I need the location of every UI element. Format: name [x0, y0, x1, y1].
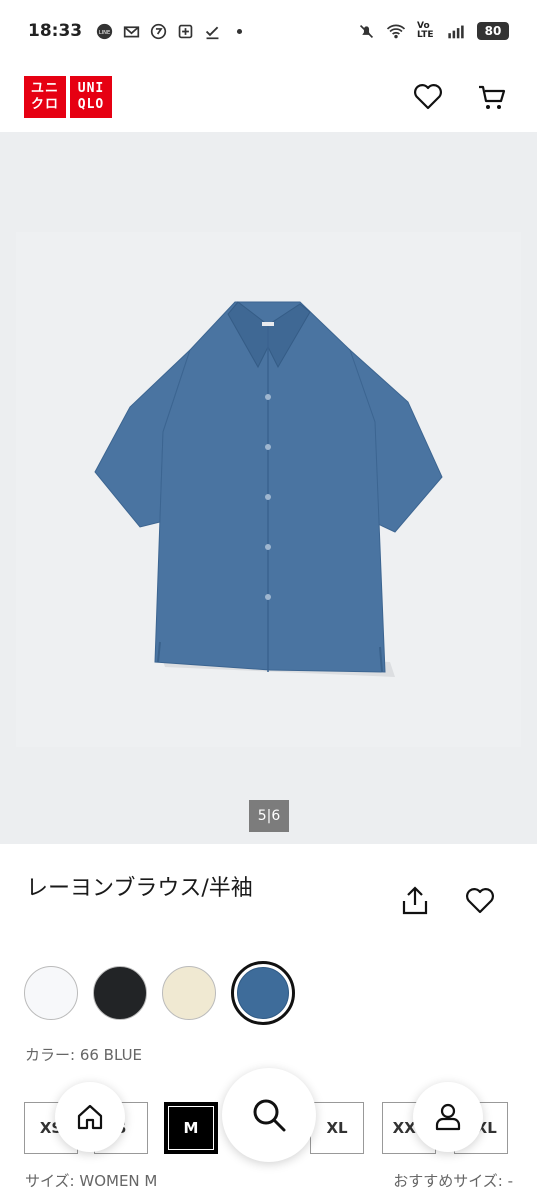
recommended-size: おすすめサイズ: - [393, 1172, 513, 1190]
signal-icon [448, 25, 464, 38]
wifi-icon [386, 24, 406, 38]
share-button[interactable] [398, 884, 432, 918]
notification-icon [178, 24, 193, 38]
heart-icon [466, 888, 494, 914]
volte-icon: Vo LTE [417, 21, 434, 40]
product-title: レーヨンブラウス/半袖 [26, 876, 253, 901]
swatch-black[interactable] [93, 966, 147, 1020]
status-notification-icons: LINE [96, 23, 248, 40]
logo-latin: UNI QLO [70, 76, 112, 118]
color-label: カラー: 66 BLUE [25, 1046, 143, 1064]
swatch-blue[interactable] [231, 961, 295, 1025]
share-icon [402, 886, 428, 915]
cart-icon [479, 85, 506, 109]
logo-katakana: ユニ クロ [24, 76, 66, 118]
mail-icon [123, 25, 140, 37]
account-icon [435, 1103, 461, 1131]
battery-indicator: 80 [477, 22, 509, 40]
product-image-carousel[interactable]: 5|6 [0, 132, 537, 844]
color-swatches [24, 961, 295, 1025]
uniqlo-logo[interactable]: ユニ クロ UNI QLO [24, 76, 112, 118]
swatch-blue-fill [237, 967, 289, 1019]
product-image [94, 301, 443, 677]
check-icon [206, 26, 219, 39]
search-button[interactable] [222, 1068, 316, 1162]
carousel-pager: 5|6 [249, 800, 289, 832]
swatch-white[interactable] [24, 966, 78, 1020]
status-time: 18:33 [28, 21, 83, 41]
size-m[interactable]: M [164, 1102, 218, 1154]
swatch-cream[interactable] [162, 966, 216, 1020]
size-xl[interactable]: XL [310, 1102, 364, 1154]
size-label: サイズ: WOMEN M [25, 1172, 158, 1190]
account-button[interactable] [413, 1082, 483, 1152]
search-icon [253, 1099, 286, 1132]
line-icon: LINE [96, 23, 113, 39]
wishlist-button[interactable] [411, 80, 445, 114]
status-bar: 18:33 LINE Vo LTE 80 [0, 0, 537, 62]
svg-text:LINE: LINE [99, 30, 110, 36]
mute-icon [359, 24, 374, 38]
app-icon [150, 23, 167, 39]
home-icon [77, 1104, 103, 1130]
cart-button[interactable] [475, 80, 509, 114]
app-header: ユニ クロ UNI QLO [0, 62, 537, 132]
dot-icon [237, 28, 243, 34]
favorite-button[interactable] [463, 884, 497, 918]
heart-icon [414, 84, 442, 110]
status-system-icons: Vo LTE 80 [358, 22, 509, 40]
home-button[interactable] [55, 1082, 125, 1152]
